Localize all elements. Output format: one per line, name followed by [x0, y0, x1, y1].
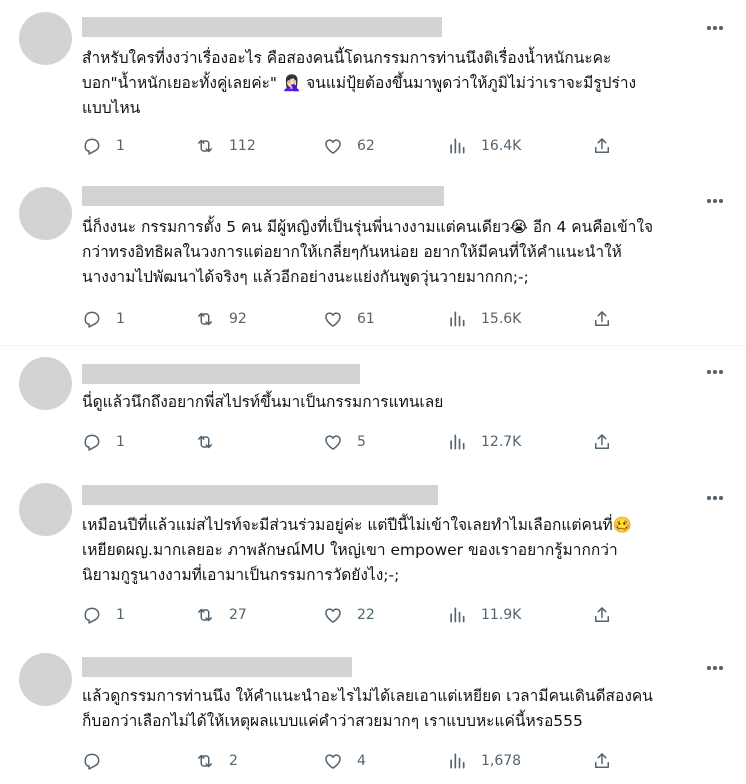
redacted-username	[82, 186, 444, 206]
redacted-username	[82, 364, 360, 384]
repost-icon	[198, 312, 212, 326]
reply-button[interactable]: 1	[82, 430, 125, 454]
avatar[interactable]	[19, 653, 72, 706]
repost-button[interactable]: 2	[195, 749, 238, 773]
like-button[interactable]: 62	[323, 134, 375, 158]
tweet-text: เหมือนปีที่แล้วแม่สไปรท์จะมีส่วนร่วมอยู่…	[82, 516, 632, 584]
more-icon[interactable]	[704, 17, 726, 39]
reply-button[interactable]	[82, 749, 116, 773]
repost-button[interactable]: 92	[195, 307, 247, 331]
tweet[interactable]: เหมือนปีที่แล้วแม่สไปรท์จะมีส่วนร่วมอยู่…	[0, 474, 746, 644]
avatar[interactable]	[19, 483, 72, 536]
redacted-username	[82, 657, 352, 677]
views-icon	[450, 138, 465, 154]
like-button[interactable]: 61	[323, 307, 375, 331]
like-icon	[325, 754, 341, 769]
share-button[interactable]	[592, 430, 612, 454]
avatar[interactable]	[19, 187, 72, 240]
tweet-text: สำหรับใครที่งงว่าเรื่องอะไร คือสองคนนี้โ…	[82, 49, 637, 117]
repost-icon	[198, 435, 212, 449]
reply-button[interactable]: 1	[82, 134, 125, 158]
share-icon	[595, 607, 609, 622]
reply-icon	[84, 753, 100, 770]
tweet-text: แล้วดูกรรมการท่านนึง ให้คำแนะนำอะไรไม่ได…	[82, 687, 653, 730]
avatar[interactable]	[19, 12, 72, 65]
views-button[interactable]: 15.6K	[447, 307, 521, 331]
reply-icon	[84, 138, 100, 155]
tweet-actions: 1 112 62 16.4K	[82, 134, 642, 158]
share-icon	[595, 311, 609, 326]
like-icon	[325, 312, 341, 327]
share-button[interactable]	[592, 603, 612, 627]
views-icon	[450, 753, 465, 769]
tweet-actions: 2 4 1,678	[82, 749, 642, 773]
views-icon	[450, 607, 465, 623]
tweet-actions: 1 27 22 11.9K	[82, 603, 642, 627]
like-button[interactable]: 22	[323, 603, 375, 627]
tweet[interactable]: นี่ดูแล้วนึกถึงอยากพี่สไปรท์ขึ้นมาเป็นกร…	[0, 346, 746, 474]
more-icon[interactable]	[704, 190, 726, 212]
views-icon	[450, 434, 465, 450]
repost-icon	[198, 754, 212, 768]
repost-icon	[198, 139, 212, 153]
reply-icon	[84, 607, 100, 624]
more-icon[interactable]	[704, 487, 726, 509]
repost-button[interactable]: 27	[195, 603, 247, 627]
views-button[interactable]: 16.4K	[447, 134, 521, 158]
share-button[interactable]	[592, 749, 612, 773]
avatar[interactable]	[19, 357, 72, 410]
views-button[interactable]: 12.7K	[447, 430, 521, 454]
tweet-text: นี่ก็งงนะ กรรมการตั้ง 5 คน มีผู้หญิงที่เ…	[82, 218, 654, 286]
like-icon	[325, 435, 341, 450]
more-icon[interactable]	[704, 361, 726, 383]
tweet-actions: 1 92 61 15.6K	[82, 307, 642, 331]
repost-icon	[198, 608, 212, 622]
redacted-username	[82, 485, 438, 505]
share-icon	[595, 138, 609, 153]
tweet[interactable]: แล้วดูกรรมการท่านนึง ให้คำแนะนำอะไรไม่ได…	[0, 644, 746, 784]
repost-button[interactable]	[195, 430, 229, 454]
share-icon	[595, 434, 609, 449]
share-button[interactable]	[592, 307, 612, 331]
like-icon	[325, 608, 341, 623]
share-icon	[595, 753, 609, 768]
tweet-actions: 1 5 12.7K	[82, 430, 642, 454]
reply-button[interactable]: 1	[82, 603, 125, 627]
tweet-text: นี่ดูแล้วนึกถึงอยากพี่สไปรท์ขึ้นมาเป็นกร…	[82, 393, 444, 411]
like-button[interactable]: 5	[323, 430, 366, 454]
reply-icon	[84, 311, 100, 328]
reply-button[interactable]: 1	[82, 307, 125, 331]
tweet[interactable]: นี่ก็งงนะ กรรมการตั้ง 5 คน มีผู้หญิงที่เ…	[0, 180, 746, 345]
views-icon	[450, 311, 465, 327]
views-button[interactable]: 11.9K	[447, 603, 521, 627]
repost-button[interactable]: 112	[195, 134, 256, 158]
tweet[interactable]: สำหรับใครที่งงว่าเรื่องอะไร คือสองคนนี้โ…	[0, 0, 746, 180]
more-icon[interactable]	[704, 657, 726, 679]
share-button[interactable]	[592, 134, 612, 158]
like-button[interactable]: 4	[323, 749, 366, 773]
like-icon	[325, 139, 341, 154]
reply-icon	[84, 434, 100, 451]
redacted-username	[82, 17, 442, 37]
views-button[interactable]: 1,678	[447, 749, 521, 773]
